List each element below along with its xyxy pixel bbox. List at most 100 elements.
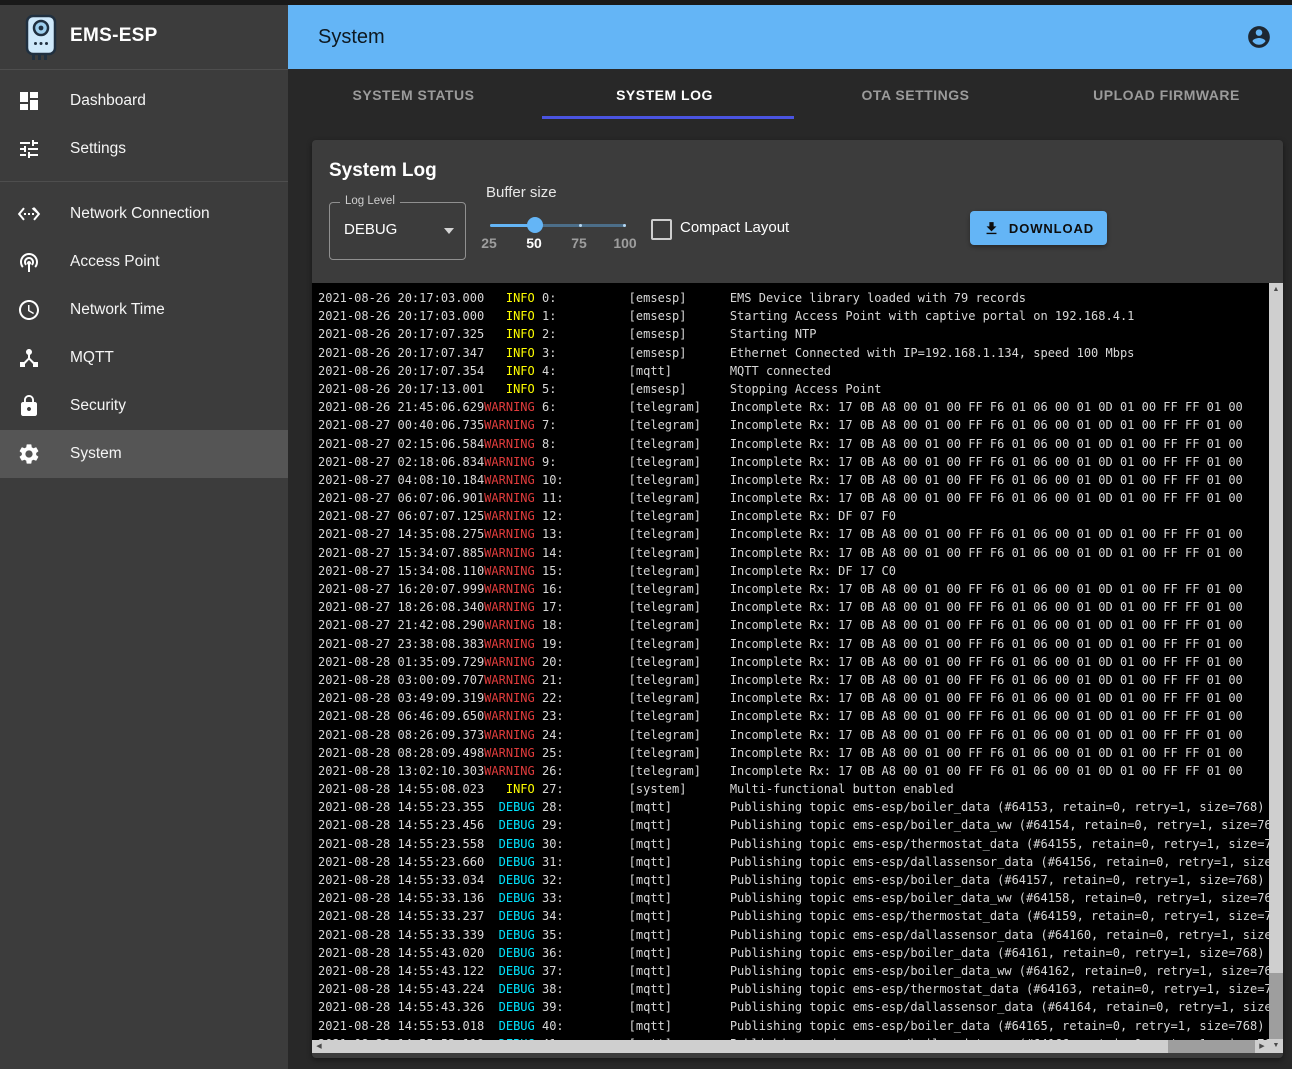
- log-line: 2021-08-27 16:20:07.999WARNING 16: [tele…: [318, 580, 1269, 598]
- log-level-value: DEBUG: [344, 221, 397, 238]
- log-line: 2021-08-27 02:18:06.834WARNING 9: [teleg…: [318, 453, 1269, 471]
- app-title: EMS-ESP: [70, 25, 158, 47]
- hub-icon: [17, 346, 41, 370]
- log-line: 2021-08-27 00:40:06.735WARNING 7: [teleg…: [318, 416, 1269, 434]
- log-level-select[interactable]: Log Level DEBUG: [329, 202, 466, 260]
- slider-mark-label-50: 50: [514, 235, 554, 251]
- compact-layout-checkbox[interactable]: [651, 219, 672, 240]
- horizontal-scrollbar-thumb[interactable]: [326, 1040, 1168, 1053]
- log-line: 2021-08-28 14:55:23.456 DEBUG 29: [mqtt]…: [318, 816, 1269, 834]
- slider-mark-label-100: 100: [605, 235, 645, 251]
- log-level-label: Log Level: [340, 195, 400, 207]
- system-log-card: System Log Log Level DEBUG Buffer size 2…: [312, 140, 1283, 1058]
- sidebar: EMS-ESP Dashboard Settings Network Connect…: [0, 5, 288, 1069]
- log-line: 2021-08-28 14:55:53.018 DEBUG 40: [mqtt]…: [318, 1017, 1269, 1035]
- log-line: 2021-08-26 20:17:03.000 INFO 0: [emsesp]…: [318, 289, 1269, 307]
- log-line: 2021-08-27 21:42:08.290WARNING 18: [tele…: [318, 616, 1269, 634]
- log-line: 2021-08-27 02:15:06.584WARNING 8: [teleg…: [318, 435, 1269, 453]
- log-line: 2021-08-26 21:45:06.629WARNING 6: [teleg…: [318, 398, 1269, 416]
- sidebar-item-security[interactable]: Security: [0, 382, 288, 430]
- tune-icon: [17, 137, 41, 161]
- log-line: 2021-08-27 04:08:10.184WARNING 10: [tele…: [318, 471, 1269, 489]
- download-button[interactable]: DOWNLOAD: [970, 211, 1107, 245]
- slider-thumb[interactable]: [527, 217, 543, 233]
- sidebar-divider: [0, 181, 288, 182]
- log-line: 2021-08-28 14:55:43.122 DEBUG 37: [mqtt]…: [318, 962, 1269, 980]
- log-line: 2021-08-28 08:26:09.373WARNING 24: [tele…: [318, 726, 1269, 744]
- sidebar-menu: Dashboard Settings Network Connection Acces…: [0, 70, 288, 478]
- download-icon: [983, 220, 1000, 237]
- sidebar-item-dashboard[interactable]: Dashboard: [0, 77, 288, 125]
- compact-layout-label: Compact Layout: [680, 219, 789, 236]
- log-line: 2021-08-28 08:28:09.498WARNING 25: [tele…: [318, 744, 1269, 762]
- sidebar-item-mqtt[interactable]: MQTT: [0, 334, 288, 382]
- sidebar-item-label: Security: [70, 397, 126, 415]
- log-line: 2021-08-28 14:55:43.326 DEBUG 39: [mqtt]…: [318, 998, 1269, 1016]
- log-line: 2021-08-28 14:55:23.355 DEBUG 28: [mqtt]…: [318, 798, 1269, 816]
- page-title: System: [318, 26, 385, 49]
- chevron-down-icon: [444, 228, 454, 234]
- ethernet-icon: [17, 202, 41, 226]
- tab-ota-settings[interactable]: OTA SETTINGS: [790, 69, 1041, 121]
- sidebar-item-label: MQTT: [70, 349, 114, 367]
- scroll-left-arrow-icon[interactable]: ◀: [312, 1040, 326, 1053]
- sidebar-item-network-time[interactable]: Network Time: [0, 286, 288, 334]
- log-line: 2021-08-27 23:38:08.383WARNING 19: [tele…: [318, 635, 1269, 653]
- vertical-scrollbar-thumb[interactable]: [1269, 297, 1283, 973]
- sidebar-item-access-point[interactable]: Access Point: [0, 238, 288, 286]
- log-line: 2021-08-28 06:46:09.650WARNING 23: [tele…: [318, 707, 1269, 725]
- scroll-up-arrow-icon[interactable]: ▲: [1269, 283, 1283, 297]
- buffer-size-label: Buffer size: [486, 184, 557, 201]
- sidebar-item-network-connection[interactable]: Network Connection: [0, 190, 288, 238]
- log-line: 2021-08-28 14:55:43.224 DEBUG 38: [mqtt]…: [318, 980, 1269, 998]
- sidebar-item-label: Network Time: [70, 301, 165, 319]
- gear-icon: [17, 442, 41, 466]
- slider-mark-75: [579, 224, 582, 227]
- log-line: 2021-08-26 20:17:07.347 INFO 3: [emsesp]…: [318, 344, 1269, 362]
- log-line: 2021-08-27 18:26:08.340WARNING 17: [tele…: [318, 598, 1269, 616]
- log-line: 2021-08-28 14:55:33.034 DEBUG 32: [mqtt]…: [318, 871, 1269, 889]
- lock-icon: [17, 394, 41, 418]
- slider-mark-label-25: 25: [469, 235, 509, 251]
- account-icon[interactable]: [1246, 24, 1272, 50]
- log-line: 2021-08-28 14:55:08.023 INFO 27: [system…: [318, 780, 1269, 798]
- log-line: 2021-08-28 14:55:33.237 DEBUG 34: [mqtt]…: [318, 907, 1269, 925]
- tab-system-status[interactable]: SYSTEM STATUS: [288, 69, 539, 121]
- vertical-scrollbar[interactable]: ▲ ▼: [1269, 283, 1283, 1053]
- log-line: 2021-08-26 20:17:07.354 INFO 4: [mqtt] M…: [318, 362, 1269, 380]
- appbar: System: [288, 5, 1292, 69]
- clock-icon: [17, 298, 41, 322]
- sidebar-item-label: Dashboard: [70, 92, 146, 110]
- sidebar-item-label: Access Point: [70, 253, 160, 271]
- log-line: 2021-08-26 20:17:07.325 INFO 2: [emsesp]…: [318, 325, 1269, 343]
- log-line: 2021-08-28 14:55:23.660 DEBUG 31: [mqtt]…: [318, 853, 1269, 871]
- sidebar-item-label: Network Connection: [70, 205, 210, 223]
- log-line: 2021-08-28 14:55:23.558 DEBUG 30: [mqtt]…: [318, 835, 1269, 853]
- log-line: 2021-08-27 14:35:08.275WARNING 13: [tele…: [318, 525, 1269, 543]
- active-tab-indicator: [542, 116, 794, 119]
- sidebar-item-label: System: [70, 445, 122, 463]
- log-line: 2021-08-27 06:07:07.125WARNING 12: [tele…: [318, 507, 1269, 525]
- log-viewport[interactable]: 2021-08-26 20:17:03.000 INFO 0: [emsesp]…: [312, 283, 1269, 1040]
- log-line: 2021-08-26 20:17:13.001 INFO 5: [emsesp]…: [318, 380, 1269, 398]
- log-line: 2021-08-28 03:00:09.707WARNING 21: [tele…: [318, 671, 1269, 689]
- wifi-tethering-icon: [17, 250, 41, 274]
- tab-upload-firmware[interactable]: UPLOAD FIRMWARE: [1041, 69, 1292, 121]
- log-line: 2021-08-27 15:34:08.110WARNING 15: [tele…: [318, 562, 1269, 580]
- slider-mark-label-75: 75: [559, 235, 599, 251]
- log-line: 2021-08-28 01:35:09.729WARNING 20: [tele…: [318, 653, 1269, 671]
- log-line: 2021-08-27 15:34:07.885WARNING 14: [tele…: [318, 544, 1269, 562]
- sidebar-item-system[interactable]: System: [0, 430, 288, 478]
- tab-system-log[interactable]: SYSTEM LOG: [539, 69, 790, 121]
- ems-esp-boiler-logo-icon: [22, 14, 60, 62]
- scroll-down-arrow-icon[interactable]: ▼: [1269, 1039, 1283, 1053]
- log-line: 2021-08-28 14:55:43.020 DEBUG 36: [mqtt]…: [318, 944, 1269, 962]
- log-line: 2021-08-26 20:17:03.000 INFO 1: [emsesp]…: [318, 307, 1269, 325]
- sidebar-item-settings[interactable]: Settings: [0, 125, 288, 173]
- log-line: 2021-08-27 06:07:06.901WARNING 11: [tele…: [318, 489, 1269, 507]
- buffer-size-slider[interactable]: [490, 224, 626, 227]
- horizontal-scrollbar[interactable]: ◀ ▶: [312, 1040, 1269, 1053]
- log-line: 2021-08-28 14:55:33.136 DEBUG 33: [mqtt]…: [318, 889, 1269, 907]
- scroll-right-arrow-icon[interactable]: ▶: [1255, 1040, 1269, 1053]
- dashboard-icon: [17, 89, 41, 113]
